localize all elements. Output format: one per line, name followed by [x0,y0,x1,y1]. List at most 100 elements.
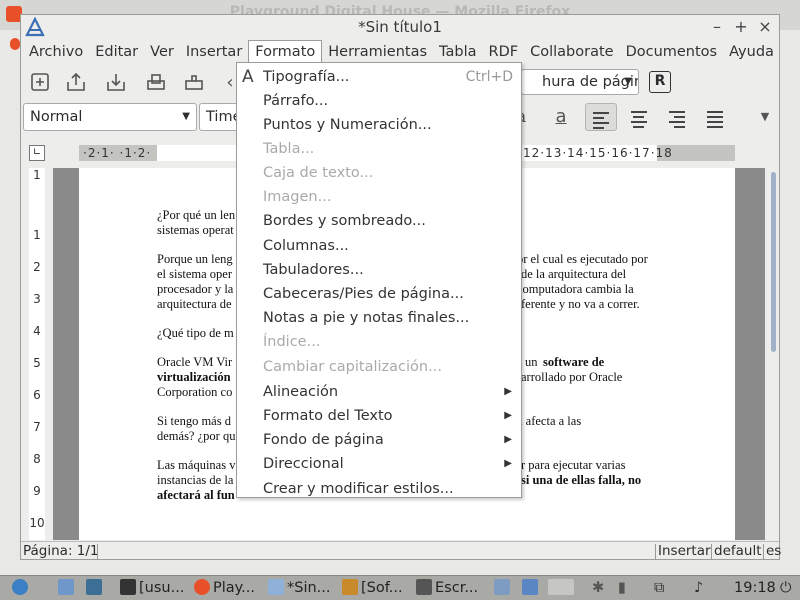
vruler-label: 9 [33,484,41,498]
menu-ver[interactable]: Ver [144,40,180,64]
menu-tabla[interactable]: Tabla [433,40,482,64]
menu-item-indice: Índice... [263,334,321,350]
insert-mode: Insertar [658,543,711,559]
menu-archivo[interactable]: Archivo [23,40,89,64]
menu-item-columnas[interactable]: Columnas... [237,234,521,258]
ruler-labels-left: ·2·1· ·1·2· [83,146,152,160]
menu-item-alineacion[interactable]: Alineación ▶ [237,380,521,404]
menu-item-puntos-numeracion[interactable]: Puntos y Numeración... [237,113,521,137]
page-style-combo[interactable]: hura de página▼ [521,69,639,95]
vruler-label: 8 [33,452,41,466]
volume-icon[interactable]: ♪ [694,579,703,598]
vruler-label: 1 [33,168,41,182]
divider [763,544,764,560]
menu-collaborate[interactable]: Collaborate [524,40,619,64]
vruler-label: 6 [33,388,41,402]
menu-item-notas-pie[interactable]: Notas a pie y notas finales... [237,306,521,330]
vruler-label: 10 [29,516,45,530]
taskbar-software[interactable]: [Sof... [342,579,403,598]
ruler-labels-right: 12·13·14·15·16·17·18 [523,146,673,160]
taskbar-abiword[interactable]: *Sin... [268,579,331,598]
title-bar: *Sin título1 – + × [21,15,779,39]
menu-item-formato-texto[interactable]: Formato del Texto ▶ [237,404,521,428]
toolbar-overflow-icon[interactable]: ▼ [749,103,781,131]
vruler-label: 7 [33,420,41,434]
clock[interactable]: 19:18 [734,579,776,598]
taskbar-firefox[interactable]: Play... [194,579,255,598]
firefox-icon [194,579,210,595]
menu-formato[interactable]: Formato [248,40,323,64]
package-icon [342,579,358,595]
menu-rdf[interactable]: RDF [483,40,525,64]
taskbar: [usu... Play... *Sin... [Sof... Escr... … [0,575,800,600]
save-icon[interactable] [105,72,127,94]
language: default [714,543,762,559]
tray-block [548,579,577,598]
file-manager-icon[interactable] [58,579,77,598]
start-menu-icon[interactable] [12,579,31,598]
vruler-label: 1 [33,228,41,242]
print-icon[interactable] [145,72,167,94]
divider [655,544,656,560]
r-button[interactable]: R [649,71,671,93]
align-right-icon[interactable] [661,103,693,131]
scrollbar-thumb[interactable] [771,172,776,352]
terminal-icon [120,579,136,595]
menu-item-bordes[interactable]: Bordes y sombreado... [237,209,521,233]
paragraph-style-select[interactable]: Normal ▼ [23,103,197,131]
vertical-ruler[interactable]: 1 1 2 3 4 5 6 7 8 9 10 [29,168,45,540]
menu-herramientas[interactable]: Herramientas [322,40,433,64]
close-button[interactable]: × [755,15,775,39]
menu-item-imagen: Imagen... [263,189,332,205]
menu-item-parrafo[interactable]: Párrafo... [237,89,521,113]
abiword-tray-icon[interactable] [522,579,541,598]
justify-icon[interactable] [699,103,731,131]
network-app-icon[interactable] [86,579,105,598]
folder-icon [416,579,432,595]
align-center-icon[interactable] [623,103,655,131]
menu-item-cabeceras[interactable]: Cabeceras/Pies de página... [237,282,521,306]
menu-item-direccional[interactable]: Direccional ▶ [237,452,521,476]
menu-item-tabuladores[interactable]: Tabuladores... [237,258,521,282]
divider [97,544,98,560]
vertical-scrollbar[interactable] [769,168,779,540]
menu-item-cambiar-capitalizacion: Cambiar capitalización... [263,359,442,375]
format-menu-dropdown: A Tipografía... Ctrl+D Párrafo... Puntos y… [236,62,522,498]
menu-item-fondo-pagina[interactable]: Fondo de página ▶ [237,428,521,452]
taskbar-desktop-folder[interactable]: Escr... [416,579,478,598]
open-icon[interactable] [65,72,87,94]
new-document-icon[interactable] [29,72,51,94]
window-icon[interactable] [494,579,513,598]
vruler-label: 2 [33,260,41,274]
tab-stop-selector-icon[interactable]: ∟ [29,145,45,161]
submenu-arrow-icon: ▶ [504,434,512,445]
menu-item-crear-estilos[interactable]: Crear y modificar estilos... [237,477,521,501]
abiword-icon [268,579,284,595]
vruler-label: 3 [33,292,41,306]
menu-item-tipografia[interactable]: A Tipografía... Ctrl+D [237,65,521,89]
minimize-button[interactable]: – [707,15,727,39]
align-left-icon[interactable] [585,103,617,131]
page-count: Página: 1/1 [23,543,99,559]
network-icon[interactable]: ⧉ [654,579,664,598]
menu-editar[interactable]: Editar [89,40,144,64]
menu-ayuda[interactable]: Ayuda [723,40,780,64]
language-extra: es [766,543,782,559]
menu-item-caja-texto: Caja de texto... [263,165,374,181]
power-icon[interactable]: ⏻ [780,579,791,598]
maximize-button[interactable]: + [731,15,751,39]
battery-icon[interactable]: ▮ [618,579,626,598]
vruler-label: 5 [33,356,41,370]
print-preview-icon[interactable] [183,72,205,94]
submenu-arrow-icon: ▶ [504,410,512,421]
bluetooth-icon[interactable]: ✱ [592,579,604,598]
submenu-arrow-icon: ▶ [504,386,512,397]
underline-icon[interactable]: a [545,103,577,131]
abiword-logo-icon [25,17,45,37]
taskbar-terminal[interactable]: [usu... [120,579,184,598]
firefox-tab-icon [10,38,20,50]
menu-insertar[interactable]: Insertar [180,40,248,64]
chevron-down-icon: ▼ [182,111,190,122]
submenu-arrow-icon: ▶ [504,458,512,469]
menu-documentos[interactable]: Documentos [620,40,724,64]
